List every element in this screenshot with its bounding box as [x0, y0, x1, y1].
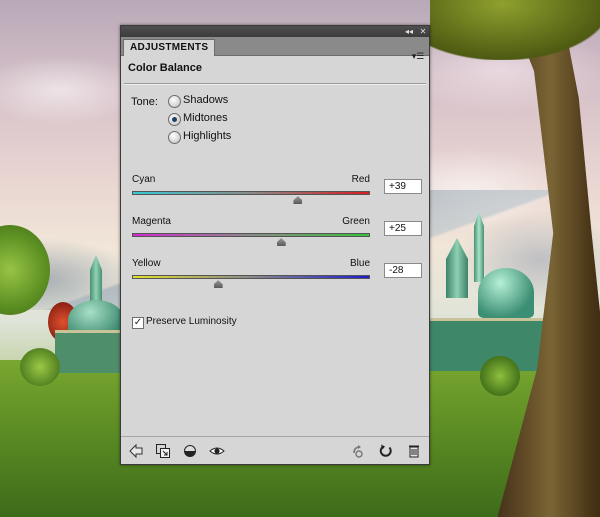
cyan-red-thumb[interactable]: [293, 196, 303, 204]
magenta-green-thumb[interactable]: [276, 238, 286, 246]
bush-right: [480, 356, 520, 396]
return-to-list-icon[interactable]: [128, 443, 144, 459]
footer-divider: [121, 436, 429, 437]
panel-menu-icon[interactable]: ▾☰: [411, 51, 425, 62]
radio-label: Midtones: [183, 112, 228, 124]
magenta-green-value-field[interactable]: +25: [384, 221, 422, 236]
slider-magenta-green: Magenta Green +25: [132, 216, 424, 256]
slider-label-cyan: Cyan: [132, 174, 156, 185]
reset-icon[interactable]: [378, 443, 394, 459]
adjustment-title: Color Balance: [128, 62, 202, 74]
magenta-green-track[interactable]: [132, 233, 370, 237]
previous-state-icon[interactable]: [350, 443, 366, 459]
castle-spire-right: [474, 212, 484, 282]
yellow-blue-track[interactable]: [132, 275, 370, 279]
collapse-arrows-icon[interactable]: ◂◂: [404, 27, 414, 36]
checkbox-box[interactable]: ✓: [132, 317, 144, 329]
tree-foliage: [430, 0, 600, 60]
castle-wall-left: [55, 330, 125, 373]
slider-yellow-blue: Yellow Blue -28: [132, 258, 424, 298]
panel-tabstrip: ADJUSTMENTS ▾☰: [121, 37, 429, 61]
radio-button[interactable]: [168, 131, 181, 144]
slider-cyan-red: Cyan Red +39: [132, 174, 424, 214]
slider-label-green: Green: [342, 216, 370, 227]
slider-label-red: Red: [351, 174, 370, 185]
radio-button[interactable]: [168, 95, 181, 108]
clip-to-layer-icon[interactable]: [155, 443, 171, 459]
panel-titlebar[interactable]: ◂◂ ✕: [121, 26, 429, 37]
cyan-red-track[interactable]: [132, 191, 370, 195]
checkbox-label: Preserve Luminosity: [146, 316, 237, 327]
slider-label-blue: Blue: [349, 258, 370, 269]
tab-adjustments[interactable]: ADJUSTMENTS: [123, 39, 216, 56]
eye-icon[interactable]: [209, 443, 225, 459]
layer-visibility-toggle-icon[interactable]: [182, 443, 198, 459]
radio-label: Highlights: [183, 130, 232, 142]
trash-icon[interactable]: [406, 443, 422, 459]
yellow-blue-value-field[interactable]: -28: [384, 263, 422, 278]
radio-button[interactable]: [168, 113, 181, 126]
radio-label: Shadows: [183, 94, 229, 106]
close-icon[interactable]: ✕: [418, 27, 428, 36]
tone-label: Tone:: [131, 96, 158, 108]
slider-label-yellow: Yellow: [132, 258, 161, 269]
slider-label-magenta: Magenta: [132, 216, 171, 227]
cyan-red-value-field[interactable]: +39: [384, 179, 422, 194]
divider: [124, 83, 426, 85]
bush-left: [20, 348, 60, 386]
castle-dome-right: [478, 268, 534, 318]
adjustments-panel: ◂◂ ✕ ADJUSTMENTS ▾☰ Color Balance Tone: …: [120, 25, 430, 465]
yellow-blue-thumb[interactable]: [213, 280, 223, 288]
